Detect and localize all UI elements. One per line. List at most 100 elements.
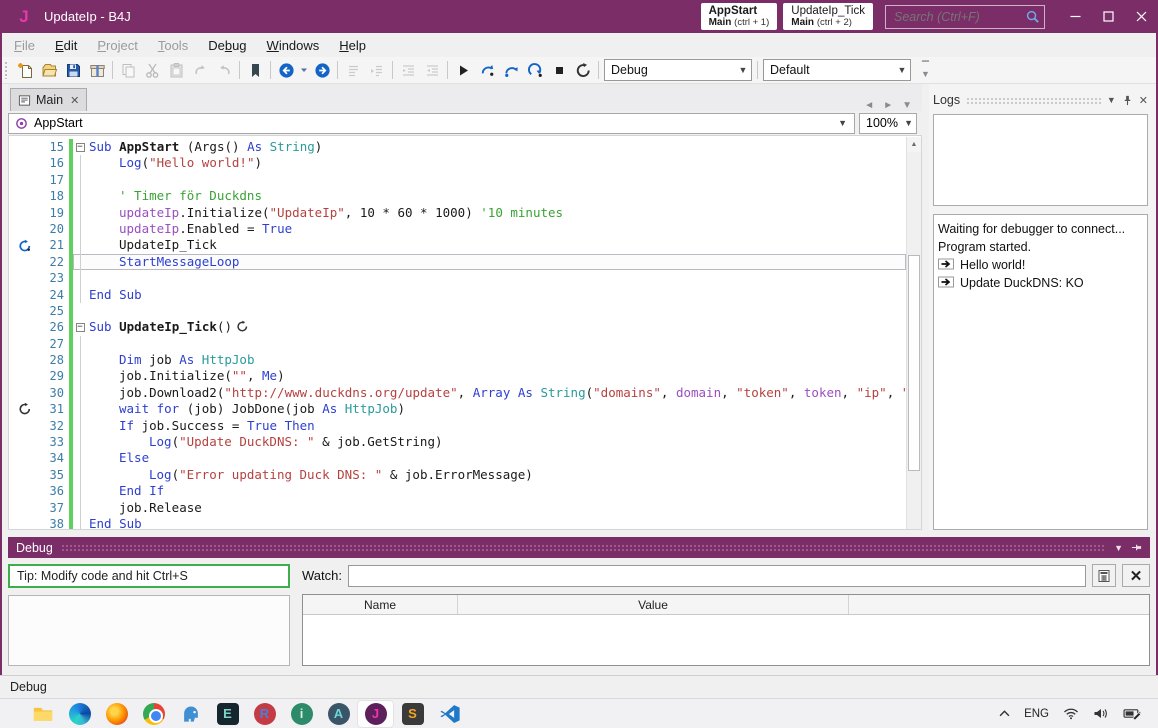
code-line[interactable]: 37job.Release [9, 500, 906, 516]
package-button[interactable] [85, 59, 109, 82]
code-line[interactable]: 16 Log("Hello world!") [9, 155, 906, 171]
taskbar-b4j-icon[interactable]: J [357, 700, 394, 728]
tab-scroll-left-icon[interactable]: ◄ [864, 100, 874, 111]
nav-forward-button[interactable] [310, 59, 334, 82]
code-line[interactable]: 21UpdateIp_Tick [9, 237, 906, 253]
watch-column-name[interactable]: Name [303, 595, 458, 614]
line-number[interactable]: 27 [41, 336, 67, 352]
code-text[interactable]: job.Download2("http://www.duckdns.org/up… [89, 385, 906, 401]
code-text[interactable]: Log("Update DuckDNS: " & job.GetString) [89, 434, 906, 450]
code-line[interactable]: 34 Else [9, 450, 906, 466]
search-icon[interactable] [1025, 9, 1040, 24]
code-line[interactable]: 31 wait for (job) JobDone(job As HttpJob) [9, 401, 906, 417]
run-configuration-combo[interactable]: Default ▼ [763, 59, 911, 81]
code-text[interactable]: updateIp.Enabled = True [89, 221, 906, 237]
panel-drag-handle[interactable] [966, 97, 1101, 104]
editor-scrollbar[interactable]: ▲ [906, 137, 921, 529]
logs-filter-box[interactable] [933, 114, 1148, 206]
taskbar-pgadmin-icon[interactable] [172, 700, 209, 728]
code-text[interactable]: wait for (job) JobDone(job As HttpJob) [89, 401, 906, 417]
code-text[interactable]: End Sub [89, 516, 906, 529]
code-line[interactable]: 20updateIp.Enabled = True [9, 221, 906, 237]
code-text[interactable]: ' Timer för Duckdns [89, 188, 906, 204]
taskbar-r-app-icon[interactable]: R [246, 700, 283, 728]
line-number[interactable]: 16 [41, 155, 67, 171]
wifi-icon[interactable] [1063, 707, 1079, 720]
new-file-button[interactable] [13, 59, 37, 82]
code-line[interactable]: 23 [9, 270, 906, 286]
minimize-button[interactable] [1059, 0, 1092, 33]
step-over-button[interactable] [499, 59, 523, 82]
line-number[interactable]: 23 [41, 270, 67, 286]
code-line[interactable]: 27 [9, 336, 906, 352]
taskbar-eclipse-icon[interactable]: E [209, 700, 246, 728]
code-line[interactable]: 29job.Initialize("", Me) [9, 368, 906, 384]
code-line[interactable]: 32 If job.Success = True Then [9, 418, 906, 434]
logs-output[interactable]: Waiting for debugger to connect...Progra… [933, 214, 1148, 530]
code-text[interactable]: Log("Hello world!") [89, 155, 906, 171]
line-number[interactable]: 18 [41, 188, 67, 204]
volume-icon[interactable] [1093, 707, 1109, 720]
code-text[interactable]: Dim job As HttpJob [89, 352, 906, 368]
code-line[interactable]: 30job.Download2("http://www.duckdns.org/… [9, 385, 906, 401]
line-number[interactable]: 31 [41, 401, 67, 417]
taskbar-file-explorer-icon[interactable] [24, 700, 61, 728]
code-text[interactable] [89, 303, 906, 319]
line-number[interactable]: 22 [41, 254, 67, 270]
taskbar-info-app-icon[interactable]: i [283, 700, 320, 728]
code-line[interactable]: 25 [9, 303, 906, 319]
menu-windows[interactable]: Windows [257, 35, 330, 56]
step-into-button[interactable] [475, 59, 499, 82]
code-line[interactable]: 18 ' Timer för Duckdns [9, 188, 906, 204]
code-line[interactable]: 28 Dim job As HttpJob [9, 352, 906, 368]
panel-drag-handle[interactable] [61, 544, 1106, 551]
fold-marker-icon[interactable]: − [76, 323, 85, 332]
watch-column-extra[interactable] [849, 595, 1149, 614]
code-text[interactable] [89, 336, 906, 352]
nav-back-button[interactable] [274, 59, 298, 82]
watch-input[interactable] [348, 565, 1086, 587]
code-text[interactable]: End If [89, 483, 906, 499]
caret-down-button[interactable] [298, 59, 310, 82]
code-line[interactable]: 38End Sub [9, 516, 906, 529]
menu-debug[interactable]: Debug [198, 35, 256, 56]
panel-splitter[interactable] [922, 84, 929, 530]
line-number[interactable]: 34 [41, 450, 67, 466]
panel-menu-caret-icon[interactable]: ▼ [1107, 95, 1116, 105]
open-folder-button[interactable] [37, 59, 61, 82]
code-line[interactable]: 22StartMessageLoop [9, 254, 906, 270]
code-line[interactable]: 26−Sub UpdateIp_Tick() [9, 319, 906, 335]
line-number[interactable]: 17 [41, 172, 67, 188]
line-number[interactable]: 28 [41, 352, 67, 368]
taskbar-edge-icon[interactable] [61, 700, 98, 728]
step-out-button[interactable] [523, 59, 547, 82]
code-text[interactable]: If job.Success = True Then [89, 418, 906, 434]
pin-icon[interactable] [1122, 95, 1133, 106]
code-text[interactable]: updateIp.Initialize("UpdateIp", 10 * 60 … [89, 205, 906, 221]
toolbar-overflow-icon[interactable]: ▔▼ [921, 62, 930, 78]
code-editor[interactable]: 15 − Sub AppStart (Args() As String) 16 Log(… [8, 135, 922, 530]
code-text[interactable]: Else [89, 450, 906, 466]
line-number[interactable]: 37 [41, 500, 67, 516]
sub-selector-combo[interactable]: AppStart ▼ [8, 113, 855, 134]
code-text[interactable]: Sub AppStart (Args() As String) [89, 139, 906, 155]
tab-close-icon[interactable]: ✕ [70, 94, 79, 107]
line-number[interactable]: 33 [41, 434, 67, 450]
taskbar-vscode-icon[interactable] [431, 700, 468, 728]
line-number[interactable]: 36 [41, 483, 67, 499]
code-text[interactable]: Log("Error updating Duck DNS: " & job.Er… [89, 467, 906, 483]
hidden-icons-chevron-icon[interactable] [999, 710, 1010, 717]
line-number[interactable]: 15 [41, 139, 67, 155]
code-text[interactable]: UpdateIp_Tick [89, 237, 906, 253]
zoom-combo[interactable]: 100% ▼ [859, 113, 917, 134]
run-button[interactable] [451, 59, 475, 82]
line-number[interactable]: 29 [41, 368, 67, 384]
menu-edit[interactable]: Edit [45, 35, 87, 56]
scrollbar-thumb[interactable] [908, 255, 920, 471]
line-number[interactable]: 19 [41, 205, 67, 221]
battery-pen-icon[interactable] [1123, 707, 1142, 720]
watch-evaluate-button[interactable] [1092, 564, 1116, 587]
line-number[interactable]: 32 [41, 418, 67, 434]
line-number[interactable]: 25 [41, 303, 67, 319]
bookmark-button[interactable] [243, 59, 267, 82]
